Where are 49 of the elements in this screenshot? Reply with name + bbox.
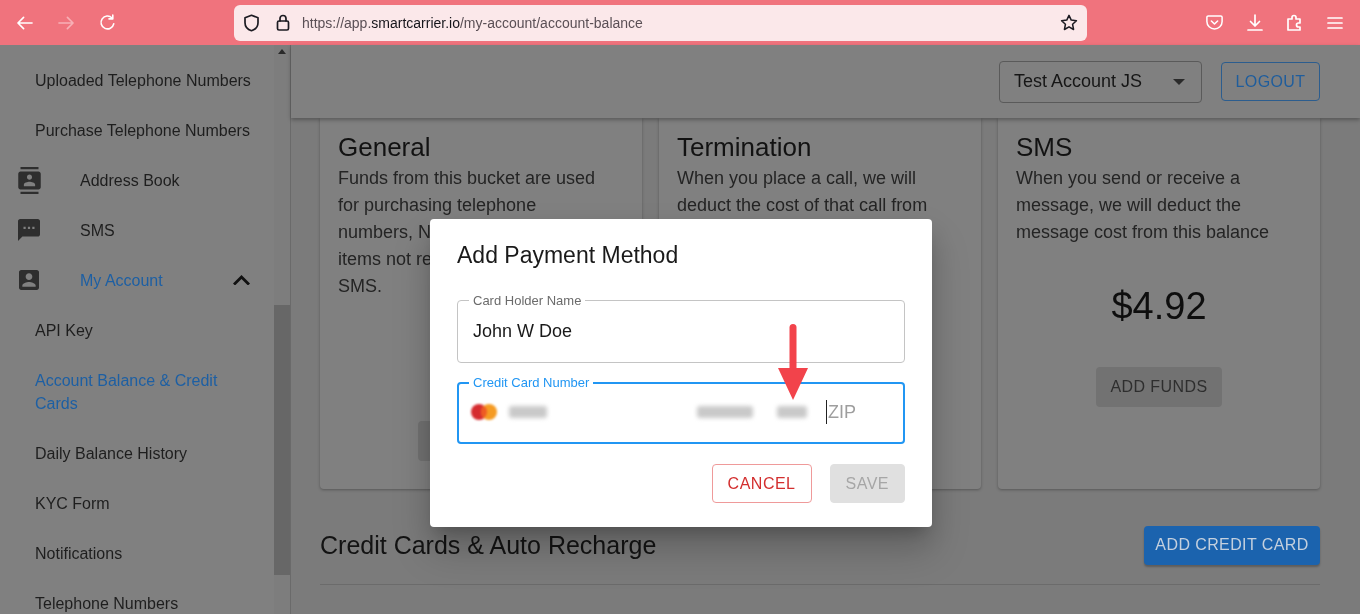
- card-title: SMS: [1016, 132, 1074, 162]
- dialog-title: Add Payment Method: [457, 241, 680, 269]
- description-line: Funds from this bucket are used: [338, 167, 596, 190]
- description-line: numbers, N: [338, 221, 432, 244]
- balance-amount: $4.92: [1111, 284, 1207, 329]
- address-bar[interactable]: https://app.smartcarrier.io/my-account/account-balance: [234, 4, 1087, 41]
- sidebar-item[interactable]: Uploaded Telephone Numbers: [0, 55, 274, 105]
- chevron-up-icon[interactable]: [233, 274, 250, 286]
- description-line: SMS.: [338, 275, 382, 298]
- card-brand-icon: [471, 404, 497, 420]
- reload-icon[interactable]: [99, 14, 116, 31]
- contact-card-icon: [18, 166, 41, 194]
- chat-bubble-icon: [18, 219, 40, 241]
- down-arrow-icon: [778, 323, 808, 401]
- sidebar-item[interactable]: Notifications: [0, 528, 274, 578]
- puzzle-piece-icon[interactable]: [1287, 14, 1303, 31]
- credit-card-field[interactable]: Credit Card Number ZIP: [457, 375, 905, 444]
- description-line: items not re: [338, 248, 433, 271]
- sidebar-item[interactable]: SMS: [0, 205, 274, 255]
- shield-icon[interactable]: [244, 13, 259, 32]
- card-number-field[interactable]: [509, 406, 547, 418]
- add-credit-card-button[interactable]: ADD CREDIT CARD: [1144, 525, 1320, 565]
- lock-icon[interactable]: [276, 14, 290, 31]
- dropdown-caret-icon: [1173, 78, 1185, 85]
- card-title: Termination: [677, 132, 813, 162]
- sidebar-item[interactable]: Address Book: [0, 155, 274, 205]
- description-line: for purchasing telephone: [338, 194, 537, 217]
- sidebar-item[interactable]: Purchase Telephone Numbers: [0, 105, 274, 155]
- card-title: General: [338, 132, 432, 162]
- account-select[interactable]: Test Account JS: [999, 60, 1202, 103]
- expiry-date-field[interactable]: [697, 406, 753, 418]
- download-icon[interactable]: [1247, 14, 1263, 31]
- star-icon[interactable]: [1060, 14, 1078, 31]
- sidebar-item[interactable]: KYC Form: [0, 478, 274, 528]
- cancel-button[interactable]: CANCEL: [711, 464, 812, 503]
- pocket-icon[interactable]: [1206, 15, 1223, 30]
- section-title: Credit Cards & Auto Recharge: [320, 530, 657, 560]
- back-icon[interactable]: [17, 15, 33, 30]
- security-code-field[interactable]: [777, 406, 807, 418]
- scroll-up-icon[interactable]: [278, 49, 286, 54]
- description-line: When you place a call, we will: [677, 167, 917, 190]
- sidebar-item[interactable]: Telephone Numbers: [0, 578, 274, 614]
- scrollbar-thumb[interactable]: [274, 305, 290, 575]
- description-line: deduct the cost of that call from: [677, 194, 928, 217]
- sidebar-item[interactable]: Daily Balance History: [0, 428, 274, 478]
- sidebar-item[interactable]: API Key: [0, 305, 274, 355]
- card-description: When you send or receive a message, we will deduct the message cost from this balance: [1016, 167, 1271, 244]
- menu-icon[interactable]: [1327, 16, 1343, 29]
- zip-field[interactable]: ZIP: [826, 400, 896, 424]
